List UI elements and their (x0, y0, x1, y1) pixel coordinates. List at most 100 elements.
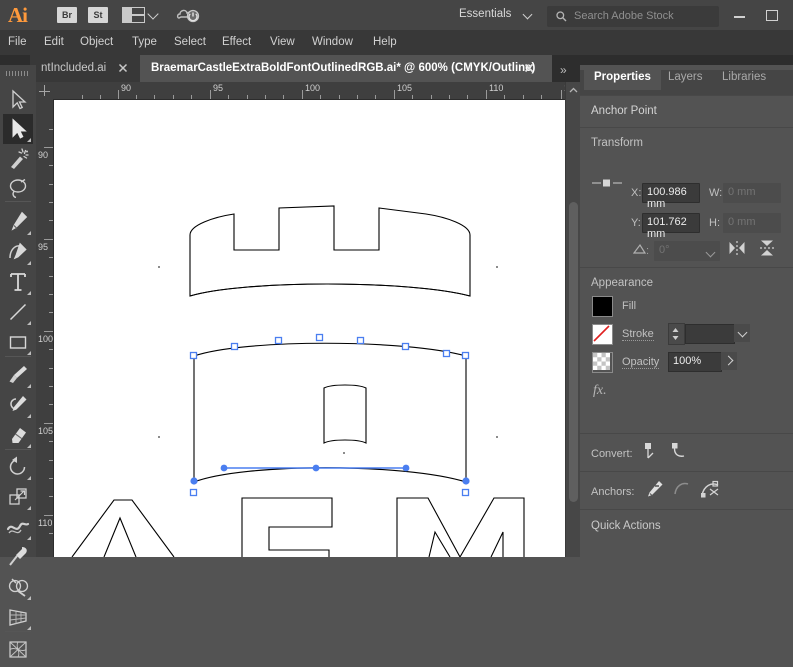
menu-select[interactable]: Select (174, 36, 206, 48)
rotate-tool[interactable] (3, 452, 33, 482)
tool-flyout-indicator[interactable] (27, 291, 31, 295)
free-transform-tool[interactable] (3, 542, 33, 572)
tool-flyout-indicator[interactable] (27, 476, 31, 480)
arrange-chevron-down-icon[interactable] (147, 8, 159, 21)
horizontal-ruler[interactable]: 90 95 100 105 110 115 (36, 82, 580, 100)
ruler-label: 90 (38, 150, 49, 160)
stock-button[interactable]: St (88, 7, 108, 23)
stroke-weight-stepper[interactable] (668, 323, 685, 345)
curvature-tool[interactable] (3, 237, 33, 267)
close-icon[interactable] (118, 63, 128, 73)
lasso-tool[interactable] (3, 174, 33, 204)
magic-wand-tool[interactable] (3, 144, 33, 174)
stroke-none-icon[interactable] (592, 324, 613, 345)
menu-type[interactable]: Type (132, 36, 157, 48)
tool-flyout-indicator[interactable] (27, 444, 31, 448)
tab-layers[interactable]: Layers (658, 65, 713, 90)
menu-window[interactable]: Window (312, 36, 353, 48)
tool-flyout-indicator[interactable] (27, 231, 31, 235)
type-tool[interactable] (3, 267, 33, 297)
close-icon[interactable] (524, 63, 534, 73)
maximize-button[interactable] (757, 6, 785, 24)
tool-flyout-indicator[interactable] (27, 536, 31, 540)
scroll-up-icon[interactable] (568, 85, 579, 96)
tool-flyout-indicator[interactable] (27, 138, 31, 142)
stroke-chevron-down-icon[interactable] (734, 324, 750, 342)
workspace-chevron-down-icon[interactable] (522, 9, 533, 20)
menu-view[interactable]: View (270, 36, 295, 48)
rectangle-tool[interactable] (3, 327, 33, 357)
y-value: 101.762 mm (647, 216, 687, 240)
opacity-options-icon[interactable] (721, 352, 737, 370)
tab-libraries[interactable]: Libraries (712, 65, 776, 90)
tool-flyout-indicator[interactable] (27, 596, 31, 600)
document-tab-braemarcastle[interactable]: BraemarCastleExtraBoldFontOutlinedRGB.ai… (140, 55, 552, 82)
menu-edit[interactable]: Edit (44, 36, 64, 48)
show-handles-icon[interactable] (699, 478, 721, 503)
vertical-ruler[interactable]: 90 95 100 105 110 (36, 99, 54, 557)
width-tool[interactable] (3, 512, 33, 542)
tools-panel (0, 65, 36, 658)
quick-actions-title: Quick Actions (591, 520, 661, 532)
convert-to-smooth-icon[interactable] (670, 441, 690, 464)
shape-builder-tool[interactable] (3, 572, 33, 602)
y-label: Y: (631, 217, 641, 229)
artboard[interactable] (54, 100, 580, 557)
line-segment-tool[interactable] (3, 297, 33, 327)
pen-tool[interactable] (3, 207, 33, 237)
menu-object[interactable]: Object (80, 36, 113, 48)
mesh-tool[interactable] (3, 634, 33, 664)
scrollbar-thumb[interactable] (569, 202, 578, 502)
transparency-grid-icon[interactable] (592, 352, 613, 373)
tool-flyout-indicator[interactable] (27, 384, 31, 388)
remove-anchor-icon[interactable] (643, 478, 665, 503)
convert-to-corner-icon[interactable] (643, 441, 663, 464)
panel-grip-icon[interactable] (6, 71, 28, 76)
tool-flyout-indicator[interactable] (27, 414, 31, 418)
canvas-vertical-scrollbar[interactable] (565, 82, 581, 557)
menu-help[interactable]: Help (373, 36, 397, 48)
opacity-label[interactable]: Opacity (622, 356, 660, 369)
tool-flyout-indicator[interactable] (27, 261, 31, 265)
opacity-input[interactable]: 100% (668, 352, 722, 372)
eraser-tool[interactable] (3, 420, 33, 450)
shaper-tool[interactable] (3, 390, 33, 420)
arrange-documents-icon[interactable] (122, 6, 145, 23)
menu-file[interactable]: File (8, 36, 27, 48)
scale-tool[interactable] (3, 482, 33, 512)
stroke-weight-input[interactable] (685, 324, 735, 344)
workspace-switcher[interactable]: Essentials (459, 8, 511, 20)
ruler-label: 105 (38, 426, 54, 436)
fill-swatch-icon[interactable] (592, 296, 613, 317)
tab-properties[interactable]: Properties (584, 65, 661, 90)
ruler-label: 100 (38, 334, 54, 344)
tool-flyout-indicator[interactable] (27, 626, 31, 630)
ruler-origin-corner[interactable] (36, 82, 53, 99)
menu-effect[interactable]: Effect (222, 36, 251, 48)
y-input[interactable]: 101.762 mm (642, 213, 700, 240)
tool-flyout-indicator[interactable] (27, 506, 31, 510)
minimize-button[interactable] (726, 6, 754, 24)
search-adobe-stock-input[interactable]: Search Adobe Stock (547, 6, 719, 27)
reference-point-icon[interactable] (590, 175, 624, 194)
creative-cloud-sync-icon[interactable] (176, 5, 202, 25)
flip-vertical-icon[interactable] (758, 239, 776, 260)
paintbrush-tool[interactable] (3, 360, 33, 390)
tool-flyout-indicator[interactable] (27, 321, 31, 325)
direct-selection-tool[interactable] (3, 114, 33, 144)
x-input[interactable]: 100.986 mm (642, 183, 700, 210)
tab-overflow-icon[interactable]: » (560, 63, 567, 77)
selection-tool[interactable] (3, 85, 33, 115)
tool-flyout-indicator[interactable] (27, 351, 31, 355)
illustrator-window: Ai Br St Essentials Search Adobe Stock F… (0, 0, 793, 658)
search-icon (556, 11, 567, 22)
flip-horizontal-icon[interactable] (728, 239, 746, 260)
perspective-grid-tool[interactable] (3, 602, 33, 632)
stroke-label[interactable]: Stroke (622, 328, 654, 341)
rotate-icon (9, 456, 26, 475)
effects-fx-icon[interactable]: fx. (593, 383, 607, 399)
document-tab-ntincluded[interactable]: ntIncluded.ai (30, 55, 140, 82)
chevron-down-icon[interactable] (705, 247, 716, 259)
arrow-solid-icon (12, 118, 27, 139)
bridge-button[interactable]: Br (57, 7, 77, 23)
